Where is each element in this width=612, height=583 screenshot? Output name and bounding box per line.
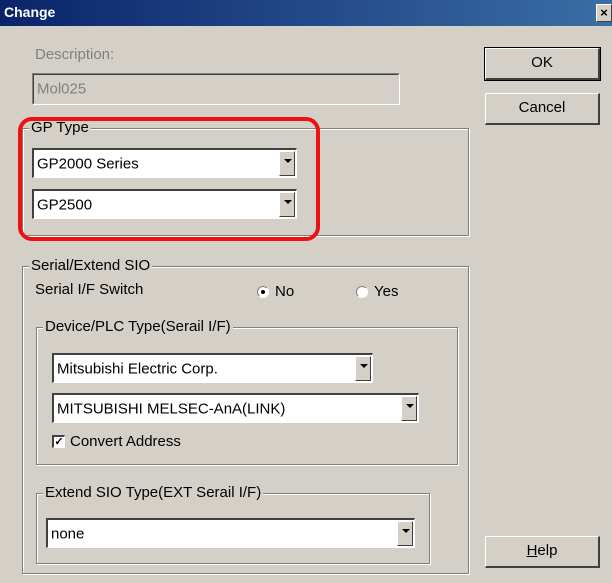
- radio-yes[interactable]: [356, 286, 368, 298]
- serial-switch-label: Serial I/F Switch: [35, 281, 144, 298]
- plc-maker-select[interactable]: Mitsubishi Electric Corp.: [52, 353, 373, 383]
- convert-address-label[interactable]: Convert Address: [70, 433, 181, 450]
- extend-sio-value: none: [51, 525, 85, 542]
- highlight-box: [18, 117, 320, 241]
- plc-type-select[interactable]: MITSUBISHI MELSEC-AnA(LINK): [52, 393, 419, 423]
- description-label: Description:: [35, 46, 115, 63]
- cancel-button[interactable]: Cancel: [485, 93, 600, 125]
- change-dialog: Change × Description: Mol025 OK Cancel H…: [0, 0, 612, 583]
- help-button[interactable]: Help: [485, 536, 600, 568]
- help-label: elp: [537, 542, 558, 559]
- device-plc-legend: Device/PLC Type(Serail I/F): [43, 318, 233, 335]
- close-icon: ×: [600, 5, 608, 20]
- dialog-title: Change: [4, 4, 56, 20]
- description-value: Mol025: [37, 80, 87, 98]
- radio-no-label[interactable]: No: [275, 283, 294, 300]
- radio-yes-label[interactable]: Yes: [374, 283, 398, 300]
- ok-button[interactable]: OK: [484, 47, 601, 81]
- extend-sio-select[interactable]: none: [46, 518, 415, 548]
- check-icon: ✓: [54, 436, 64, 448]
- chevron-down-icon[interactable]: [397, 521, 413, 546]
- help-accelerator: H: [526, 542, 538, 559]
- convert-address-checkbox[interactable]: ✓: [52, 435, 65, 448]
- serial-extend-legend: Serial/Extend SIO: [29, 257, 153, 274]
- chevron-down-icon[interactable]: [401, 396, 417, 421]
- extend-sio-legend: Extend SIO Type(EXT Serail I/F): [43, 484, 264, 501]
- description-field: Mol025: [32, 73, 400, 105]
- close-button[interactable]: ×: [596, 4, 612, 22]
- chevron-down-icon[interactable]: [355, 356, 371, 381]
- plc-type-value: MITSUBISHI MELSEC-AnA(LINK): [57, 400, 286, 417]
- plc-maker-value: Mitsubishi Electric Corp.: [57, 360, 218, 377]
- title-bar[interactable]: Change: [0, 0, 612, 26]
- radio-no[interactable]: [257, 286, 269, 298]
